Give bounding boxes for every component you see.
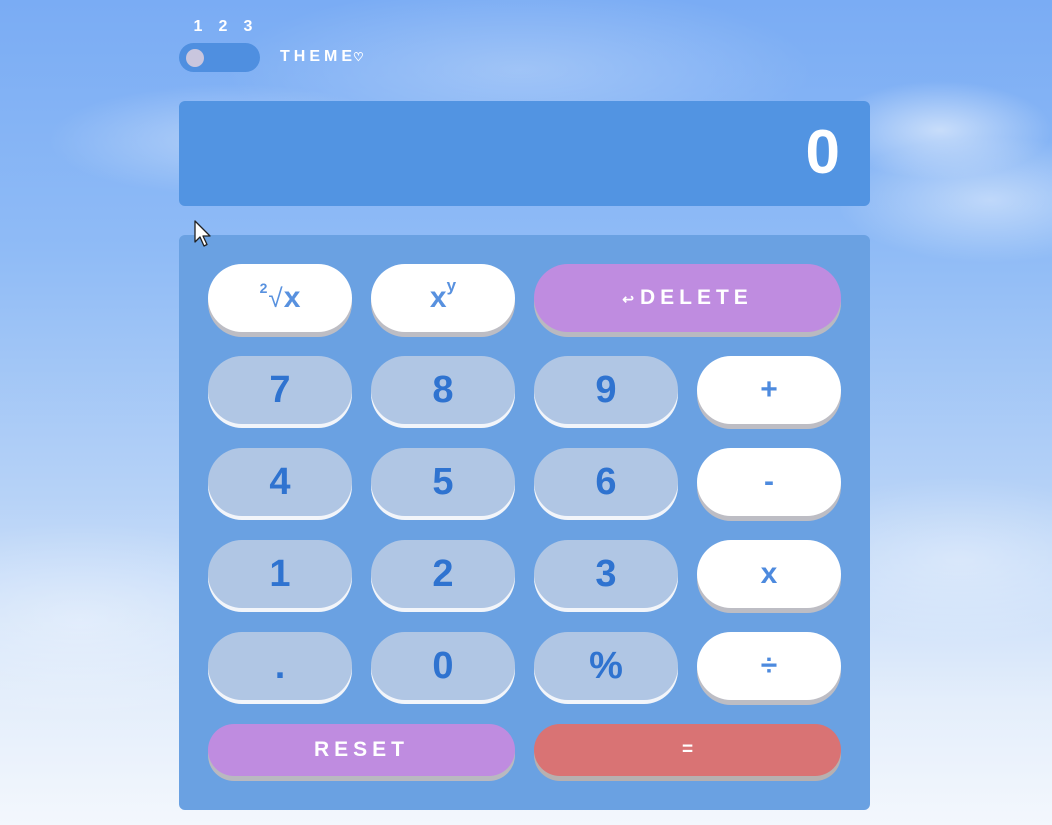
theme-label: THEME♡ — [280, 48, 364, 66]
root-index: 2 — [259, 280, 268, 296]
theme-switcher: 1 2 3 THEME♡ — [179, 18, 439, 74]
power-exponent: y — [446, 276, 457, 295]
multiply-button[interactable]: x — [697, 540, 841, 608]
power-base: x — [429, 281, 447, 314]
equals-button[interactable]: = — [534, 724, 841, 776]
theme-number-3[interactable]: 3 — [242, 18, 254, 36]
backspace-icon: ↩ — [622, 290, 634, 307]
theme-label-text: THEME — [280, 48, 356, 65]
plus-button[interactable]: + — [697, 356, 841, 424]
key-2[interactable]: 2 — [371, 540, 515, 608]
theme-number-2[interactable]: 2 — [217, 18, 229, 36]
theme-toggle[interactable] — [179, 43, 260, 72]
root-variable: x — [283, 281, 301, 314]
display-value: 0 — [805, 118, 840, 187]
key-9[interactable]: 9 — [534, 356, 678, 424]
calculator-display: 0 — [179, 101, 870, 206]
key-3[interactable]: 3 — [534, 540, 678, 608]
mouse-cursor-icon — [194, 220, 211, 247]
keypad: 2 √ x xy ↩ DELETE 7 8 9 + 4 5 6 - 1 2 3 x .… — [179, 235, 870, 810]
delete-button[interactable]: ↩ DELETE — [534, 264, 841, 332]
theme-numbers: 1 2 3 — [192, 18, 254, 36]
key-7[interactable]: 7 — [208, 356, 352, 424]
key-0[interactable]: 0 — [371, 632, 515, 700]
reset-button[interactable]: RESET — [208, 724, 515, 776]
key-6[interactable]: 6 — [534, 448, 678, 516]
decimal-button[interactable]: . — [208, 632, 352, 700]
heart-icon: ♡ — [353, 50, 364, 64]
percent-button[interactable]: % — [534, 632, 678, 700]
key-5[interactable]: 5 — [371, 448, 515, 516]
key-1[interactable]: 1 — [208, 540, 352, 608]
divide-button[interactable]: ÷ — [697, 632, 841, 700]
power-button[interactable]: xy — [371, 264, 515, 332]
radical-icon: √ — [268, 282, 283, 313]
key-8[interactable]: 8 — [371, 356, 515, 424]
key-4[interactable]: 4 — [208, 448, 352, 516]
theme-number-1[interactable]: 1 — [192, 18, 204, 36]
theme-toggle-knob[interactable] — [186, 49, 204, 67]
minus-button[interactable]: - — [697, 448, 841, 516]
delete-label: DELETE — [639, 286, 753, 309]
square-root-button[interactable]: 2 √ x — [208, 264, 352, 332]
